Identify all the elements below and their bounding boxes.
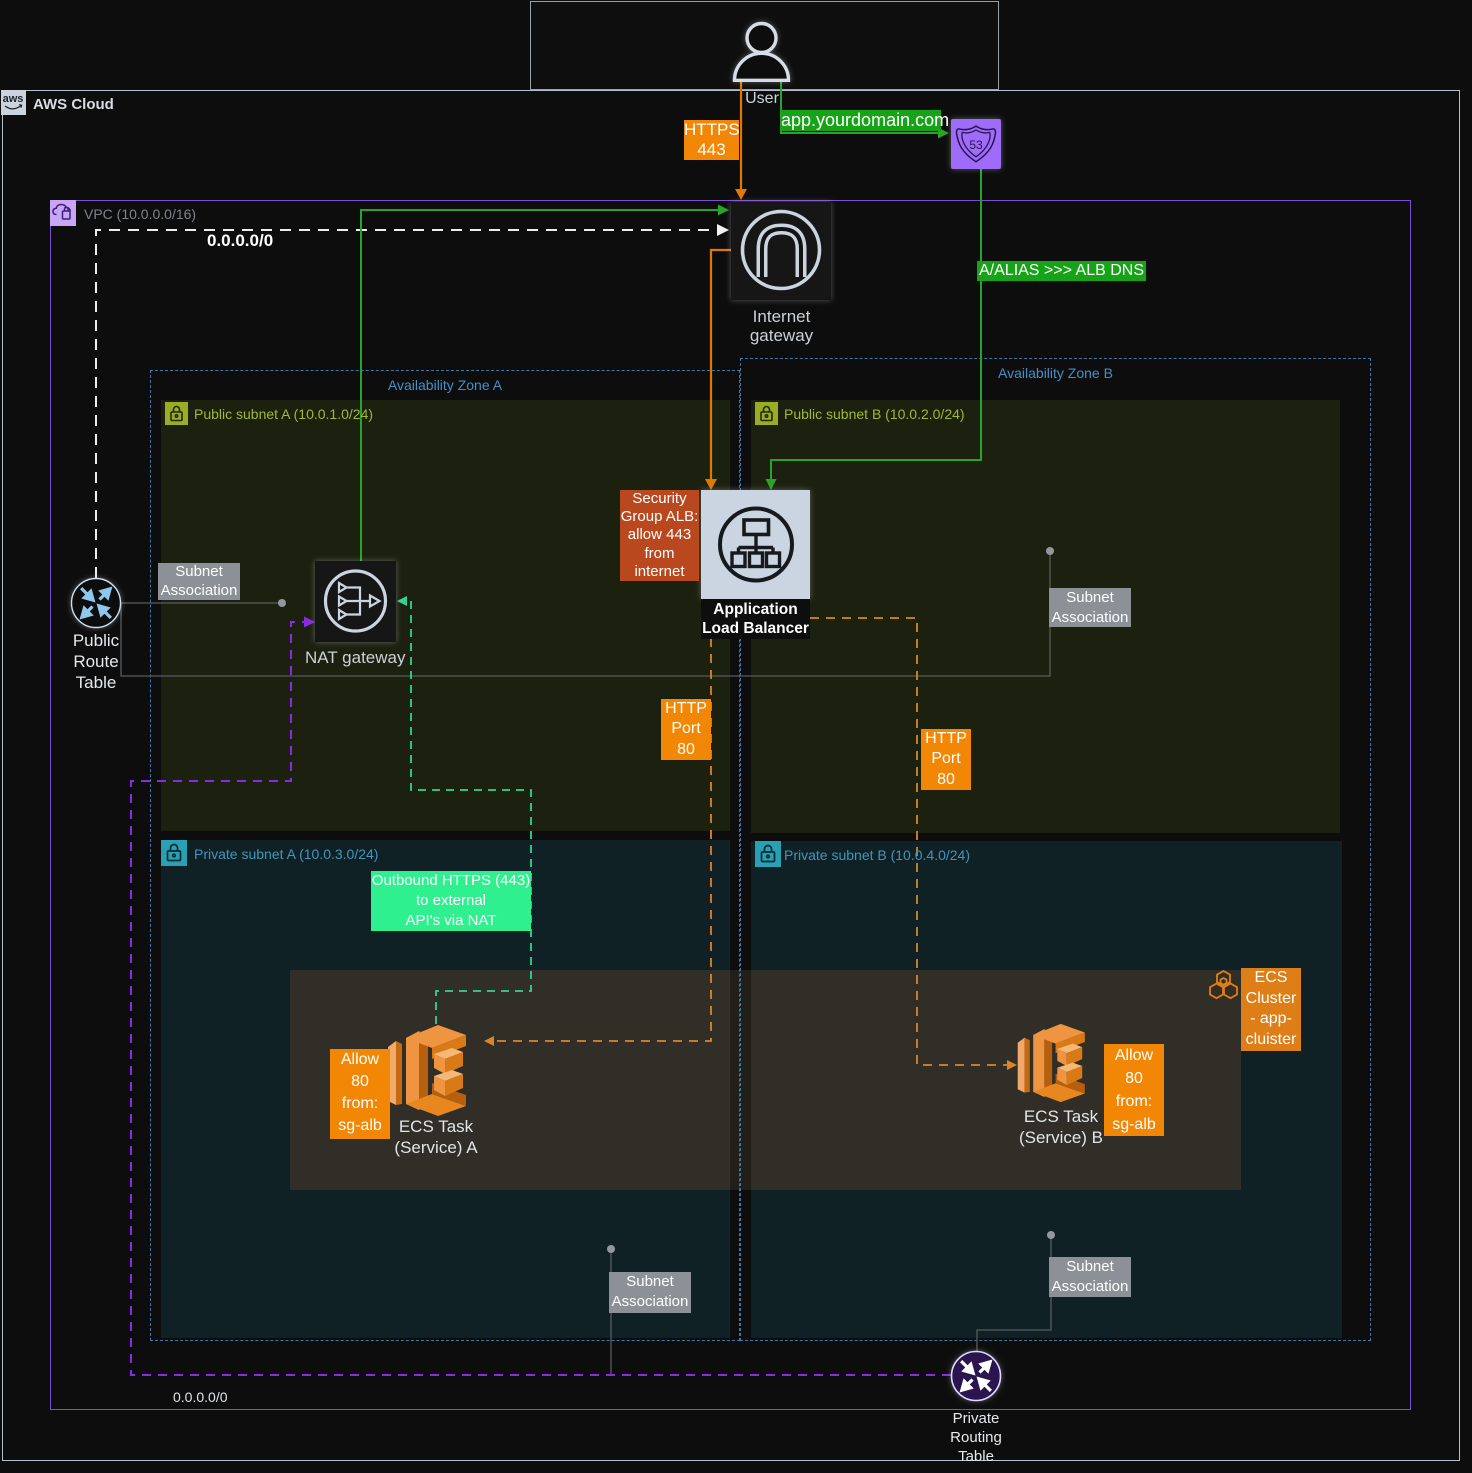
svg-text:53: 53 [969, 138, 983, 152]
svg-text:aws: aws [3, 93, 24, 105]
